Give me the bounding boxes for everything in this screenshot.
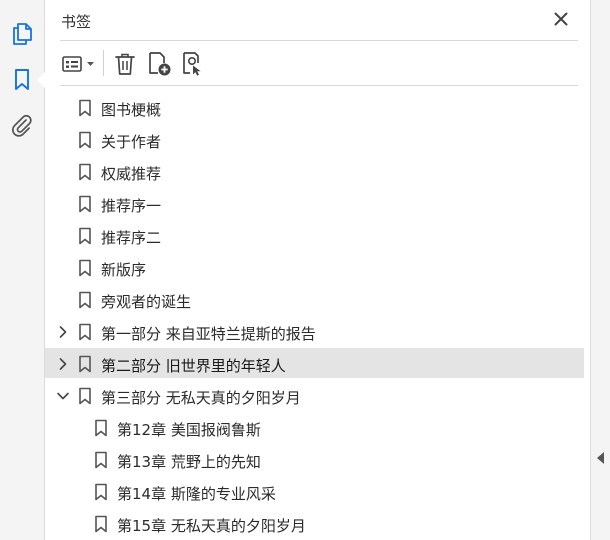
bookmark-label: 关于作者 [101,133,162,151]
close-icon [554,12,568,26]
delete-bookmark-button[interactable] [113,51,137,77]
trash-icon [115,53,135,75]
options-menu-button[interactable] [61,51,97,77]
bookmark-tree: 图书梗概关于作者权威推荐推荐序一推荐序二新版序旁观者的诞生第一部分 来自亚特兰提… [45,92,590,540]
add-bookmark-icon [149,52,171,76]
bookmark-label: 权威推荐 [101,165,162,183]
bookmark-icon [79,131,91,149]
bookmark-icon [79,291,91,309]
toolbar-separator [103,50,104,76]
bookmark-row[interactable]: 第12章 美国报阀鲁斯 [45,412,585,444]
close-panel-button[interactable] [552,10,570,28]
right-pane-strip [590,0,610,540]
bookmark-row[interactable]: 新版序 [45,252,585,284]
bookmark-row[interactable]: 第13章 荒野上的先知 [45,444,585,476]
bookmark-row[interactable]: 图书梗概 [45,92,585,124]
bookmark-row[interactable]: 推荐序一 [45,188,585,220]
bookmark-label: 第15章 无私天真的夕阳岁月 [117,517,306,535]
bookmark-row[interactable]: 关于作者 [45,124,585,156]
bookmark-label: 图书梗概 [101,101,162,119]
new-bookmark-button[interactable] [146,51,172,77]
bookmark-label: 第三部分 无私天真的夕阳岁月 [101,389,301,407]
bookmark-icon [79,323,91,341]
expand-chevron-icon[interactable] [56,356,70,372]
bookmark-icon [79,99,91,117]
bookmarks-panel: 书签 图书梗概 关于作者 权威推荐 推荐序一 推荐序二 新版序 旁观者的诞生 第… [45,0,590,540]
bookmark-icon [79,387,91,405]
bookmark-label: 推荐序一 [101,197,162,215]
bookmark-row[interactable]: 第二部分 旧世界里的年轻人 [45,348,585,380]
bookmark-icon [95,451,107,469]
bookmark-label: 推荐序二 [101,229,162,247]
list-options-icon [62,56,94,72]
bookmark-label: 新版序 [101,261,147,279]
bookmark-row[interactable]: 第15章 无私天真的夕阳岁月 [45,508,585,540]
collapse-chevron-icon[interactable] [56,388,70,404]
bookmark-label: 第一部分 来自亚特兰提斯的报告 [101,325,316,343]
bookmark-label: 第二部分 旧世界里的年轻人 [101,357,286,375]
bookmark-icon [79,259,91,277]
panel-header: 书签 [60,0,578,41]
bookmark-label: 第13章 荒野上的先知 [117,453,261,471]
panel-title: 书签 [61,13,92,31]
bookmark-icon [79,163,91,181]
bookmark-row[interactable]: 第14章 斯隆的专业风采 [45,476,585,508]
bookmarks-toolbar [60,41,578,86]
bookmark-row[interactable]: 推荐序二 [45,220,585,252]
bookmark-icon [95,419,107,437]
bookmark-label: 第12章 美国报阀鲁斯 [117,421,261,439]
navigation-rail [0,0,45,540]
bookmark-row[interactable]: 旁观者的诞生 [45,284,585,316]
bookmark-icon [79,355,91,373]
pages-icon [13,23,32,45]
page-thumbnails-button[interactable] [6,18,38,50]
expand-pane-arrow-icon[interactable] [597,452,604,464]
bookmark-icon [95,515,107,533]
expand-chevron-icon[interactable] [56,324,70,340]
bookmark-search-icon [183,52,201,76]
bookmark-icon [79,227,91,245]
bookmarks-panel-button[interactable] [6,64,45,96]
paperclip-icon [12,114,32,137]
bookmark-icon [15,69,29,90]
bookmark-label: 第14章 斯隆的专业风采 [117,485,276,503]
bookmark-row[interactable]: 第三部分 无私天真的夕阳岁月 [45,380,585,412]
bookmark-icon [95,483,107,501]
bookmark-label: 旁观者的诞生 [101,293,192,311]
bookmark-row[interactable]: 第一部分 来自亚特兰提斯的报告 [45,316,585,348]
bookmarks-window: 书签 图书梗概 关于作者 权威推荐 推荐序一 推荐序二 新版序 旁观者的诞生 第… [0,0,610,540]
bookmark-properties-button[interactable] [180,51,206,77]
attachments-button[interactable] [6,110,38,142]
bookmark-icon [79,195,91,213]
bookmark-row[interactable]: 权威推荐 [45,156,585,188]
